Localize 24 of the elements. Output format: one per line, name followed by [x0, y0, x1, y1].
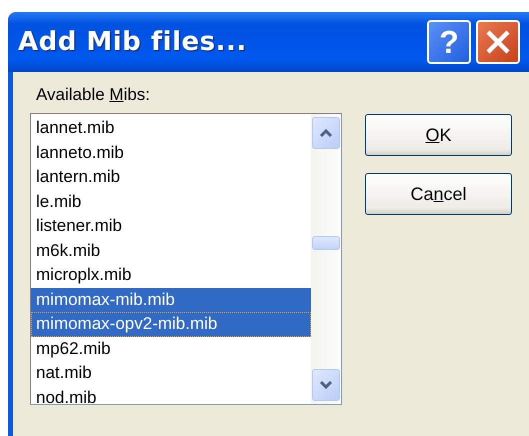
- dialog-button[interactable]: OK: [365, 114, 512, 156]
- list-item[interactable]: microplx.mib: [31, 263, 311, 288]
- list-item[interactable]: le.mib: [31, 190, 311, 214]
- dialog-button[interactable]: Cancel: [365, 173, 512, 215]
- scroll-up-button[interactable]: [312, 117, 340, 149]
- scroll-down-button[interactable]: [312, 369, 340, 401]
- list-item[interactable]: lanneto.mib: [31, 140, 311, 165]
- close-button[interactable]: [476, 20, 520, 64]
- list-label: Available Mibs:: [36, 85, 152, 105]
- help-button[interactable]: ?: [427, 20, 471, 64]
- list-item[interactable]: m6k.mib: [31, 238, 311, 263]
- list-item[interactable]: mimomax-opv2-mib.mib: [31, 312, 311, 336]
- list-item[interactable]: nod.mib: [31, 386, 311, 404]
- scrollbar[interactable]: [311, 114, 341, 404]
- list-item[interactable]: nat.mib: [31, 361, 311, 386]
- scroll-thumb[interactable]: [312, 236, 340, 250]
- list-item[interactable]: mimomax-mib.mib: [31, 288, 311, 312]
- window-title: Add Mib files...: [18, 27, 248, 57]
- list-item[interactable]: mp62.mib: [31, 336, 311, 361]
- list-item[interactable]: lannet.mib: [31, 116, 311, 140]
- close-icon: [485, 29, 511, 55]
- file-list[interactable]: lannet.mib lanneto.mib lantern.mib le.mib listener.mib m6k.mib microplx.mib mimomax-mib.mib mimomax-opv2-mib.mib mp62.mib nat.mib nod.mib: [30, 113, 342, 405]
- list-item[interactable]: lantern.mib: [31, 165, 311, 190]
- list-item[interactable]: listener.mib: [31, 214, 311, 238]
